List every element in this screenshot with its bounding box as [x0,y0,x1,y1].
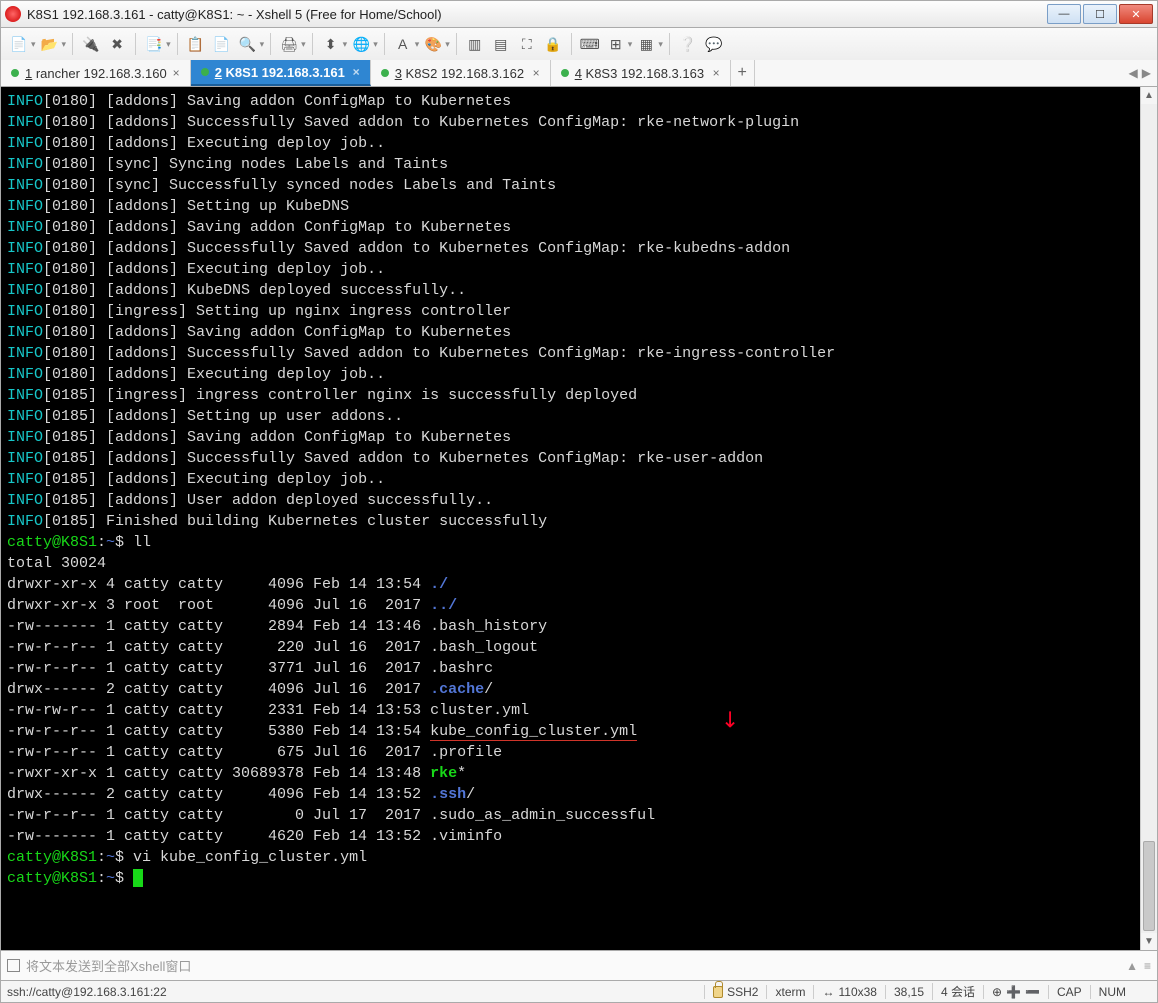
paste-icon[interactable]: 📄 [210,32,234,56]
lock-icon[interactable]: 🔒 [541,32,565,56]
send-bar: 将文本发送到全部Xshell窗口 ▲ ≡ [0,951,1158,981]
status-protocol: SSH2 [727,985,758,999]
disconnect-icon[interactable]: ✖ [105,32,129,56]
tab-label: 1 rancher 192.168.3.160 [25,66,167,81]
status-caps: CAP [1048,985,1090,999]
minus-icon: ➖ [1025,985,1040,999]
status-dot-icon [11,69,19,77]
status-bar: ssh://catty@192.168.3.161:22 SSH2 xterm … [0,981,1158,1003]
session-tab[interactable]: 2 K8S1 192.168.3.161 × [191,60,371,86]
color-icon[interactable]: 🎨 [421,32,445,56]
plus-icon: ➕ [1006,985,1021,999]
new-session-icon[interactable]: 📄 [7,32,31,56]
open-icon[interactable]: 📂 [38,32,62,56]
tab-close-icon[interactable]: × [713,66,720,80]
horizontal-split-icon[interactable]: ▥ [463,32,487,56]
globe-icon[interactable]: 🌐 [349,32,373,56]
window-title: K8S1 192.168.3.161 - catty@K8S1: ~ - Xsh… [27,7,1047,22]
new-tab-button[interactable]: + [731,60,755,86]
font-icon[interactable]: A [391,32,415,56]
status-terminal-type: xterm [766,985,813,999]
lock-status-icon [713,986,723,998]
status-dot-icon [561,69,569,77]
tab-close-icon[interactable]: × [173,66,180,80]
scroll-thumb[interactable] [1143,841,1155,931]
tab-prev-icon[interactable]: ◀ [1129,66,1138,80]
transfer-icon[interactable]: ⬍ [319,32,343,56]
reconnect-icon[interactable]: 🔌 [79,32,103,56]
close-button[interactable]: ✕ [1119,4,1153,24]
tab-close-icon[interactable]: × [533,66,540,80]
scrollbar[interactable]: ▲ ▼ [1140,87,1157,950]
arrange-icon[interactable]: ⊞ [604,32,628,56]
resize-icon: ↔ [822,985,834,999]
session-tab[interactable]: 4 K8S3 192.168.3.163 × [551,60,731,86]
status-session-count: 4 会话 [932,983,983,1000]
scroll-up-icon[interactable]: ▲ [1141,87,1157,104]
maximize-button[interactable]: ☐ [1083,4,1117,24]
session-tab[interactable]: 3 K8S2 192.168.3.162 × [371,60,551,86]
status-cursor-pos: 38,15 [885,985,932,999]
tab-label: 3 K8S2 192.168.3.162 [395,66,524,81]
toolbar: 📄▾ 📂▾ 🔌 ✖ 📑▾ 📋 📄 🔍▾ 🖨▾ ⬍▾ 🌐▾ A▾ 🎨▾ ▥ ▤ ⛶… [0,28,1158,60]
properties-icon[interactable]: 📑 [142,32,166,56]
app-icon [5,6,21,22]
title-bar: K8S1 192.168.3.161 - catty@K8S1: ~ - Xsh… [0,0,1158,28]
minimize-button[interactable]: — [1047,4,1081,24]
status-connection: ssh://catty@192.168.3.161:22 [7,985,704,999]
signal-icon: ⊕ [992,985,1002,999]
broadcast-input[interactable]: 将文本发送到全部Xshell窗口 [26,956,1120,975]
tab-label: 2 K8S1 192.168.3.161 [215,65,345,80]
broadcast-checkbox[interactable] [7,959,20,972]
sendbar-up-icon[interactable]: ▲ [1126,959,1138,973]
status-dot-icon [381,69,389,77]
tab-close-icon[interactable]: × [353,65,360,79]
session-tab[interactable]: 1 rancher 192.168.3.160 × [1,60,191,86]
print-icon[interactable]: 🖨 [277,32,301,56]
tab-next-icon[interactable]: ▶ [1142,66,1151,80]
scroll-down-icon[interactable]: ▼ [1141,933,1157,950]
find-icon[interactable]: 🔍 [236,32,260,56]
keyboard-icon[interactable]: ⌨ [578,32,602,56]
feedback-icon[interactable]: 💬 [702,32,726,56]
tile-icon[interactable]: ▦ [634,32,658,56]
status-num: NUM [1090,985,1134,999]
status-size: 110x38 [838,985,876,999]
help-icon[interactable]: ❔ [676,32,700,56]
fullscreen-icon[interactable]: ⛶ [515,32,539,56]
sendbar-menu-icon[interactable]: ≡ [1144,959,1151,973]
tab-label: 4 K8S3 192.168.3.163 [575,66,704,81]
status-dot-icon [201,68,209,76]
tab-strip: 1 rancher 192.168.3.160×2 K8S1 192.168.3… [0,60,1158,87]
terminal[interactable]: INFO[0180] [addons] Saving addon ConfigM… [0,87,1158,951]
copy-icon[interactable]: 📋 [184,32,208,56]
vertical-split-icon[interactable]: ▤ [489,32,513,56]
